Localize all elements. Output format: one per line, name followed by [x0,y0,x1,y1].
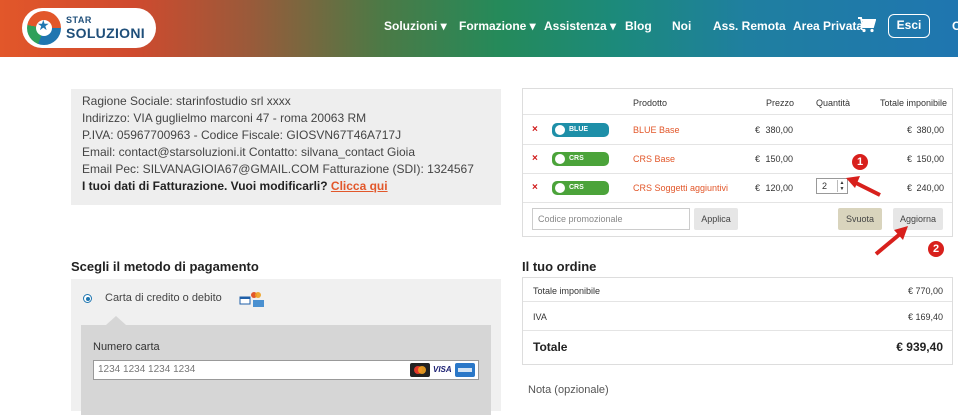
product-price: 150,00 [765,154,793,164]
currency-symbol: € [755,154,761,164]
apply-promo-button[interactable]: Applica [694,208,738,230]
billing-info: Ragione Sociale: starinfostudio srl xxxx… [71,89,501,205]
promo-code-input[interactable]: Codice promozionale [532,208,690,230]
total-value: € 939,40 [896,340,943,354]
site-logo[interactable]: ★ STAR SOLUZIONI [22,8,156,48]
billing-edit-prompt: I tuoi dati di Fatturazione. Vuoi modifi… [82,179,328,193]
billing-edit-link[interactable]: Clicca qui [331,179,388,193]
product-name[interactable]: BLUE Base [633,125,680,135]
row-divider [523,173,952,174]
cart-table: Prodotto Prezzo Quantità Totale imponibi… [522,88,953,237]
nav-formazione[interactable]: Formazione ▾ [459,19,536,33]
site-header: ★ STAR SOLUZIONI Soluzioni ▾ Formazione … [0,0,958,57]
product-total: 150,00 [916,154,944,164]
billing-pec: Email Pec: SILVANAGIOIA67@GMAIL.COM Fatt… [82,162,474,176]
col-header-total: Totale imponibile [880,98,948,108]
badge-logo-icon [555,154,565,164]
billing-vat: P.IVA: 05967700963 - Codice Fiscale: GIO… [82,128,402,142]
col-header-price: Prezzo [766,98,795,108]
currency-symbol: € [907,183,913,193]
payment-method-box: Carta di credito o debito Numero carta 1… [71,279,501,415]
payment-option-label[interactable]: Carta di credito o debito [105,292,222,304]
logo-text-soluzioni: SOLUZIONI [66,25,145,41]
nav-assistenza[interactable]: Assistenza ▾ [544,19,616,33]
nav-area-privata[interactable]: Area Privata [793,19,863,33]
nav-noi[interactable]: Noi [672,19,691,33]
order-note-label: Nota (opzionale) [528,384,609,396]
card-details-area: Numero carta 1234 1234 1234 1234 VISA [81,325,491,415]
vat-value: € 169,40 [907,312,943,322]
callout-number: 1 [852,154,868,170]
order-summary: Totale imponibile € 770,00 IVA € 169,40 … [522,277,953,365]
billing-company: Ragione Sociale: starinfostudio srl xxxx [82,94,291,108]
subtotal-label: Totale imponibile [533,286,601,296]
quantity-value: 2 [822,181,828,191]
product-badge: BLUE [552,123,609,137]
order-row-total: Totale € 939,40 [533,340,943,354]
vat-label: IVA [533,312,547,322]
remove-item-icon[interactable]: × [532,182,538,193]
payment-radio-card[interactable] [83,294,92,303]
remove-item-icon[interactable]: × [532,124,538,135]
product-total: 240,00 [916,183,944,193]
nav-soluzioni[interactable]: Soluzioni ▾ [384,19,447,33]
row-divider [523,144,952,145]
badge-logo-icon [555,183,565,193]
logout-button[interactable]: Esci [888,14,930,38]
card-area-notch [106,316,126,325]
callout-number: 2 [928,241,944,257]
row-divider [523,114,952,115]
badge-logo-icon [555,125,565,135]
amex-icon [455,363,475,377]
card-brands-icon [239,292,264,307]
row-divider [523,330,952,331]
product-badge: CRS [552,181,609,195]
payment-section-title: Scegli il metodo di pagamento [71,259,259,274]
col-header-product: Prodotto [633,98,668,108]
mastercard-icon [410,363,430,377]
billing-edit-row: I tuoi dati di Fatturazione. Vuoi modifi… [82,178,490,195]
col-header-quantity: Quantità [816,98,851,108]
cart-icon[interactable] [858,17,876,33]
currency-symbol: € [907,125,913,135]
card-number-placeholder: 1234 1234 1234 1234 [98,364,196,375]
nav-overflow[interactable]: C [952,19,958,33]
billing-email: Email: contact@starsoluzioni.it Contatto… [82,145,416,159]
currency-symbol: € [907,154,913,164]
card-number-input[interactable]: 1234 1234 1234 1234 VISA [93,360,479,380]
product-price: 120,00 [765,183,793,193]
product-price: 380,00 [765,125,793,135]
row-divider [523,202,952,203]
row-divider [523,301,952,302]
nav-assistenza-remota[interactable]: Ass. Remota [713,19,786,33]
product-badge: CRS [552,152,609,166]
annotation-arrow-icon [846,176,881,197]
product-name[interactable]: CRS Soggetti aggiuntivi [633,183,728,193]
remove-item-icon[interactable]: × [532,153,538,164]
order-row-subtotal: Totale imponibile € 770,00 [533,286,943,296]
logo-text-star: STAR [66,15,92,25]
card-number-label: Numero carta [93,341,160,353]
billing-address: Indirizzo: VIA guglielmo marconi 47 - ro… [82,111,367,125]
subtotal-value: € 770,00 [907,286,943,296]
currency-symbol: € [755,125,761,135]
order-section-title: Il tuo ordine [522,259,597,274]
order-row-vat: IVA € 169,40 [533,312,943,322]
product-total: 380,00 [916,125,944,135]
nav-blog[interactable]: Blog [625,19,652,33]
currency-symbol: € [755,183,761,193]
logo-star-icon: ★ [37,17,50,33]
annotation-arrow-icon [874,226,908,256]
total-label: Totale [533,340,568,354]
product-name[interactable]: CRS Base [633,154,675,164]
visa-icon: VISA [433,365,452,374]
